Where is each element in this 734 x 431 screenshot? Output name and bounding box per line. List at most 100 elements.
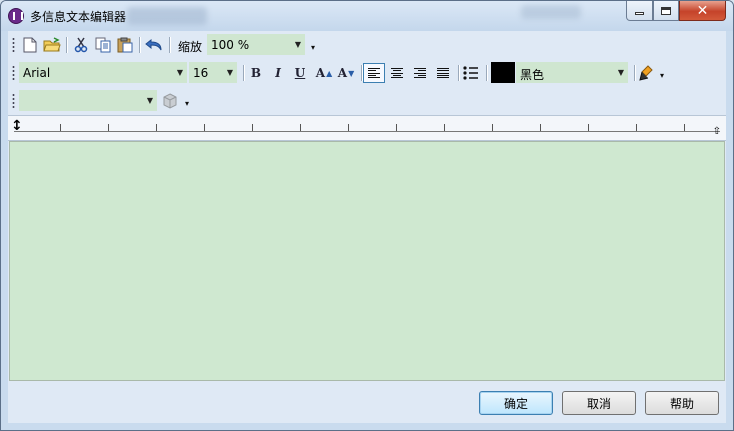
highlighter-icon [639,65,653,81]
toolbar-separator [169,37,170,53]
ruler-tick [348,124,349,131]
toolbar-separator [139,37,140,53]
toolbar-separator [458,65,459,81]
minimize-button[interactable] [626,1,653,21]
ruler[interactable]: ↕ ⇧ [8,115,726,141]
shrink-font-icon: A [337,66,348,80]
ruler-baseline [14,131,720,132]
toolbar-overflow-icon[interactable]: ▾ [185,100,193,108]
text-color-value: 黑色 [520,68,545,82]
justify-icon [437,68,449,78]
blurred-title-region-2 [521,5,581,19]
toolbar-separator [243,65,244,81]
paste-button[interactable] [114,35,136,55]
close-button[interactable]: ✕ [679,1,726,21]
chevron-down-icon: ▼ [226,68,233,77]
rich-text-area[interactable] [9,141,725,381]
ruler-tick [204,124,205,131]
ruler-tick [156,124,157,131]
grow-font-icon: A [315,66,326,80]
toolbar-format: Arial ▼ 16 ▼ B I U A ▲ A ▼ 黑色 ▼ ▾ [8,59,726,87]
blurred-title-region [127,7,207,25]
bold-button[interactable]: B [245,63,267,83]
font-family-combo[interactable]: Arial ▼ [19,62,187,83]
ok-button[interactable]: 确定 [479,391,553,415]
text-color-combo[interactable]: 黑色 ▼ [516,62,628,83]
font-family-value: Arial [23,66,51,80]
align-center-icon [391,68,403,78]
ruler-tick [252,124,253,131]
new-document-button[interactable] [19,35,41,55]
toolbar-grip[interactable] [12,93,15,109]
bullet-list-button[interactable] [460,63,482,83]
chevron-down-icon: ▼ [617,68,624,77]
underline-button[interactable]: U [289,63,311,83]
italic-button[interactable]: I [267,63,289,83]
ruler-tick [60,124,61,131]
toolbar-style: ▼ ▾ [8,87,726,115]
ruler-tick [588,124,589,131]
toolbar-separator [361,65,362,81]
help-button[interactable]: 帮助 [645,391,719,415]
toolbar-separator [486,65,487,81]
shrink-font-button[interactable]: A ▼ [335,63,357,83]
grow-font-button[interactable]: A ▲ [313,63,335,83]
shrink-font-arrow-icon: ▼ [348,68,355,78]
toolbar-overflow-icon[interactable]: ▾ [660,72,668,80]
font-size-combo[interactable]: 16 ▼ [189,62,237,83]
close-icon: ✕ [696,2,709,19]
zoom-value: 100 % [211,38,250,52]
ruler-tick [108,124,109,131]
chevron-down-icon: ▼ [176,68,183,77]
client-area: 缩放 100 % ▼ ▾ Arial ▼ 16 ▼ B I U A ▲ A ▼ … [8,31,726,423]
maximize-button[interactable] [653,1,679,21]
cut-button[interactable] [70,35,92,55]
toolbar-grip[interactable] [12,65,15,81]
style-apply-button[interactable] [159,91,181,111]
ruler-tick [396,124,397,131]
align-left-icon [368,68,380,78]
font-size-value: 16 [193,66,209,80]
ruler-tick [636,124,637,131]
justify-button[interactable] [432,63,454,83]
ruler-tick [444,124,445,131]
open-folder-icon [43,37,61,52]
toolbar-grip[interactable] [12,37,15,53]
highlight-button[interactable] [635,63,657,83]
maximize-icon [661,6,671,15]
zoom-label: 缩放 [178,40,203,54]
paste-icon [117,37,133,53]
align-center-button[interactable] [386,63,408,83]
app-icon [8,8,24,24]
text-color-swatch[interactable] [491,62,515,83]
align-left-button[interactable] [363,63,385,83]
window-title: 多信息文本编辑器 [30,10,127,24]
style-combo[interactable]: ▼ [19,90,157,111]
cancel-button[interactable]: 取消 [562,391,636,415]
undo-button[interactable] [143,35,165,55]
ruler-tick [492,124,493,131]
new-document-icon [23,37,37,53]
copy-button[interactable] [92,35,114,55]
copy-icon [95,37,111,53]
cut-icon [74,37,88,53]
ruler-tick [684,124,685,131]
ruler-tick [300,124,301,131]
toolbar-separator [66,37,67,53]
toolbar-overflow-icon[interactable]: ▾ [311,44,319,52]
align-right-button[interactable] [409,63,431,83]
chevron-down-icon: ▼ [294,40,301,49]
chevron-down-icon: ▼ [146,96,153,105]
style-cube-icon [163,93,177,109]
grow-font-arrow-icon: ▲ [326,68,333,78]
bullet-list-icon [463,66,478,80]
undo-icon [145,38,162,51]
title-bar[interactable]: 多信息文本编辑器 ✕ [1,1,733,31]
open-button[interactable] [41,35,63,55]
align-right-icon [414,68,426,78]
toolbar-standard: 缩放 100 % ▼ ▾ [8,31,726,59]
minimize-icon [635,12,644,15]
right-indent-marker-icon[interactable]: ⇧ [713,126,721,137]
rich-text-editor-window: 多信息文本编辑器 ✕ 缩放 100 % ▼ ▾ Arial ▼ 16 ▼ B I… [0,0,734,431]
zoom-combo[interactable]: 100 % ▼ [207,34,305,55]
